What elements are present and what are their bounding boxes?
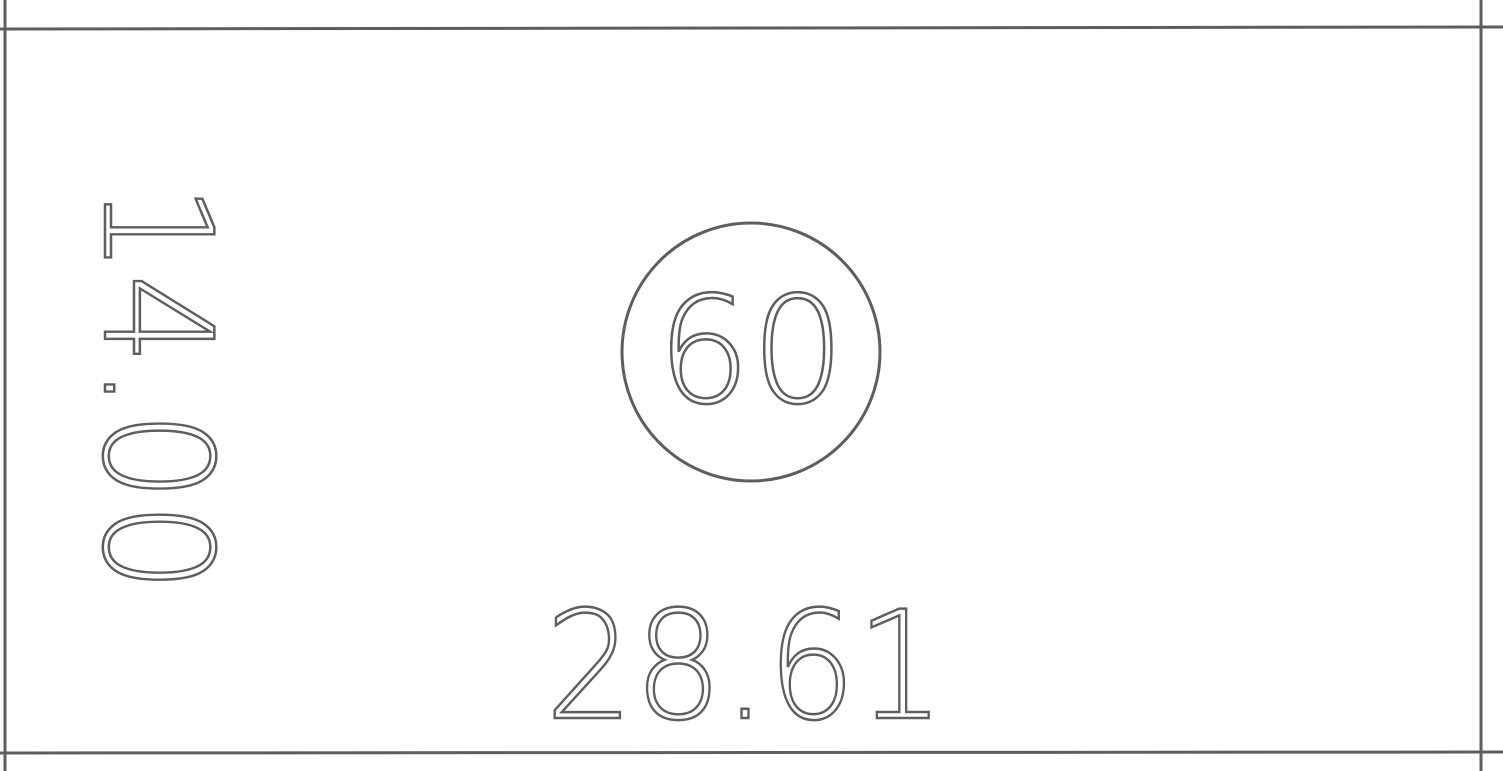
width-dimension-label: 28.61 <box>545 580 945 754</box>
top-wall-line <box>0 25 1503 31</box>
height-dimension-label: 14.00 <box>69 183 243 593</box>
floor-plan-drawing: 60 28.61 14.00 <box>0 0 1503 771</box>
room-tag-label: 60 <box>657 265 845 437</box>
